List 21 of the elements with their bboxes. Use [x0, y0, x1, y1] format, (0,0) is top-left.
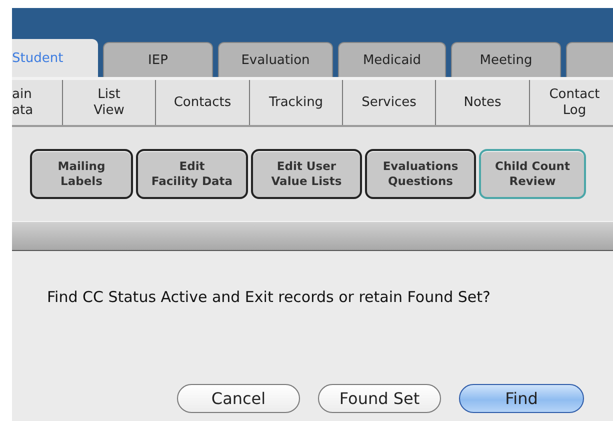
- tab[interactable]: Meeting: [451, 42, 561, 77]
- tab[interactable]: IEP: [103, 42, 213, 77]
- dialog-button[interactable]: Cancel: [177, 384, 300, 413]
- subtab[interactable]: Tracking: [250, 80, 343, 125]
- toolbar-button[interactable]: Edit Facility Data: [136, 149, 248, 199]
- subtab[interactable]: Notes: [436, 80, 530, 125]
- tab[interactable]: Medicaid: [338, 42, 446, 77]
- subtab[interactable]: Contacts: [156, 80, 250, 125]
- subtab[interactable]: ain ata: [12, 80, 63, 125]
- dialog-message: Find CC Status Active and Exit records or retain Found Set?: [47, 288, 492, 306]
- subtab[interactable]: Services: [343, 80, 436, 125]
- dialog-button[interactable]: Find: [459, 384, 584, 413]
- toolbar-button[interactable]: Child Count Review: [479, 149, 586, 199]
- toolbar-button[interactable]: Edit User Value Lists: [251, 149, 362, 199]
- tab[interactable]: Evaluation: [218, 42, 333, 77]
- subtab[interactable]: Contact Log: [530, 80, 613, 125]
- toolbar-button[interactable]: Evaluations Questions: [365, 149, 476, 199]
- subtab[interactable]: List View: [63, 80, 156, 125]
- tab-edge[interactable]: [566, 42, 613, 77]
- dialog-button[interactable]: Found Set: [318, 384, 441, 413]
- toolbar-button[interactable]: Mailing Labels: [30, 149, 133, 199]
